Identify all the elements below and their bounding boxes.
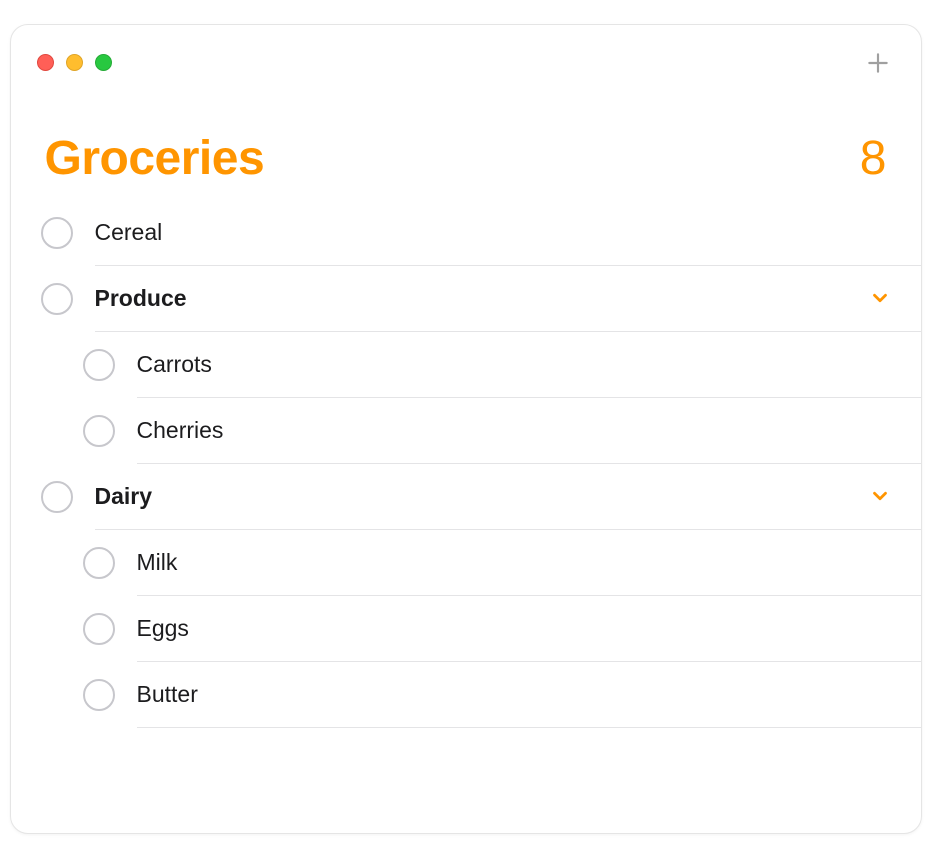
reminder-checkbox[interactable] [41, 481, 73, 513]
reminder-label: Carrots [137, 351, 212, 378]
reminder-label: Cherries [137, 417, 224, 444]
chevron-down-icon [869, 485, 891, 507]
row-content: Milk [137, 530, 921, 596]
chevron-down-icon [869, 287, 891, 309]
row-content: Carrots [137, 332, 921, 398]
reminder-label: Cereal [95, 219, 163, 246]
row-content: Cereal [95, 200, 921, 266]
maximize-window-button[interactable] [95, 54, 112, 71]
minimize-window-button[interactable] [66, 54, 83, 71]
reminder-row[interactable]: Butter [11, 662, 921, 728]
reminder-checkbox[interactable] [83, 547, 115, 579]
row-content: Cherries [137, 398, 921, 464]
reminder-row[interactable]: Eggs [11, 596, 921, 662]
reminders-window: Groceries 8 Cereal Produce C [10, 24, 922, 834]
reminder-label: Milk [137, 549, 178, 576]
plus-icon [865, 50, 891, 76]
list-count: 8 [860, 131, 887, 186]
reminder-row[interactable]: Dairy [11, 464, 921, 530]
reminder-label: Dairy [95, 483, 153, 510]
reminder-row[interactable]: Cereal [11, 200, 921, 266]
reminder-checkbox[interactable] [83, 613, 115, 645]
reminder-checkbox[interactable] [83, 679, 115, 711]
row-content: Butter [137, 662, 921, 728]
list-header: Groceries 8 [11, 83, 921, 200]
close-window-button[interactable] [37, 54, 54, 71]
reminder-row[interactable]: Produce [11, 266, 921, 332]
expand-toggle[interactable] [869, 485, 891, 507]
reminder-checkbox[interactable] [83, 349, 115, 381]
expand-toggle[interactable] [869, 287, 891, 309]
row-content: Produce [95, 266, 921, 332]
reminder-label: Eggs [137, 615, 189, 642]
reminder-row[interactable]: Carrots [11, 332, 921, 398]
reminder-row[interactable]: Cherries [11, 398, 921, 464]
window-controls [37, 54, 112, 71]
reminder-row[interactable]: Milk [11, 530, 921, 596]
reminder-label: Produce [95, 285, 187, 312]
row-content: Eggs [137, 596, 921, 662]
reminders-list: Cereal Produce Carrots Cher [11, 200, 921, 728]
reminder-checkbox[interactable] [83, 415, 115, 447]
row-content: Dairy [95, 464, 921, 530]
reminder-label: Butter [137, 681, 198, 708]
add-reminder-button[interactable] [861, 46, 895, 80]
titlebar [11, 25, 921, 83]
reminder-checkbox[interactable] [41, 283, 73, 315]
reminder-checkbox[interactable] [41, 217, 73, 249]
list-title: Groceries [45, 131, 265, 186]
